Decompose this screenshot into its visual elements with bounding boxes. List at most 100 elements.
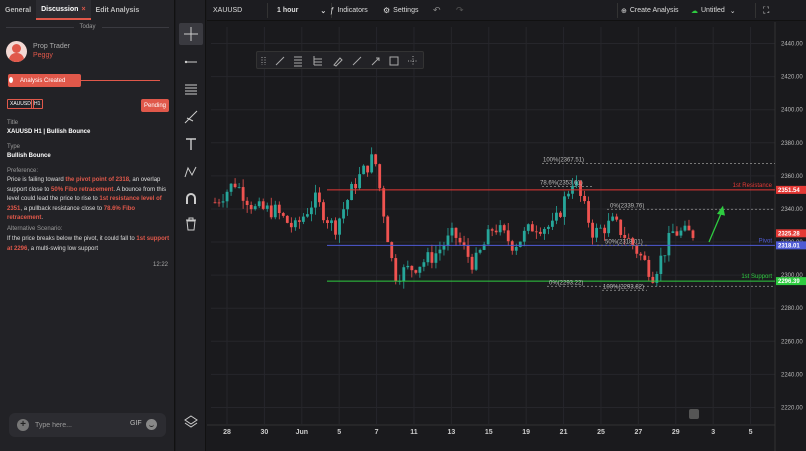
y-tick-label: 2420.00 (781, 75, 803, 81)
brush-tool-icon[interactable] (179, 106, 203, 128)
candle-body (217, 202, 221, 204)
create-analysis-button[interactable]: ⊕ Create Analysis (621, 0, 679, 21)
message-input[interactable] (35, 419, 125, 431)
interval-selector[interactable]: 1 hour ⌄ (277, 0, 326, 21)
trash-icon[interactable] (179, 213, 203, 235)
candle-body (354, 183, 357, 189)
crosshair-tool-icon[interactable] (179, 23, 203, 45)
emoji-icon[interactable] (146, 419, 157, 430)
settings-button[interactable]: ⚙ Settings (383, 0, 418, 21)
candle-body (691, 230, 695, 238)
redo-icon[interactable]: ↷ (456, 0, 464, 21)
plus-icon[interactable]: + (17, 419, 29, 431)
candle-body (659, 255, 663, 274)
y-tick-label: 2400.00 (781, 108, 803, 114)
toolbar-divider (755, 3, 756, 18)
candle-body (490, 229, 494, 231)
chevron-down-icon: ⌄ (320, 7, 327, 15)
price-chart[interactable]: 2440.00 2420.00 2400.00 2380.00 2360.00 2340.… (207, 22, 806, 451)
chevron-down-icon: ⌄ (729, 7, 736, 15)
title-value: XAUUSD H1 | Bullish Bounce (7, 129, 91, 135)
candle-body (679, 230, 683, 236)
avatar[interactable] (6, 41, 27, 62)
candle-body (466, 245, 470, 257)
indicators-icon: ƒ (330, 6, 335, 15)
timeframe-badge: H1 (31, 99, 44, 109)
candle-body (229, 183, 233, 192)
candle-body (506, 230, 510, 242)
indicators-button[interactable]: ƒ Indicators (330, 0, 368, 21)
candle-body (434, 253, 438, 263)
candle-body (418, 266, 422, 273)
candle-body (458, 237, 462, 243)
symbol-selector[interactable]: XAUUSD (213, 0, 242, 21)
x-tick-label: 13 (447, 429, 455, 436)
candle-body (402, 267, 406, 281)
candle-body (530, 224, 534, 232)
pattern-tool-icon[interactable] (179, 161, 203, 183)
candle-body (555, 212, 558, 221)
candle-body (326, 220, 329, 224)
candle-body (281, 213, 285, 216)
candle-body (261, 201, 265, 209)
candle-body (647, 259, 651, 277)
candle-body (362, 165, 366, 175)
interval-label: 1 hour (277, 7, 299, 14)
close-tab-icon[interactable]: × (81, 6, 85, 13)
x-tick-label: 30 (260, 429, 268, 436)
type-label: Type (7, 144, 21, 150)
candle-body (289, 222, 293, 228)
tab-discussion[interactable]: Discussion × (36, 0, 91, 20)
plus-circle-icon: ⊕ (621, 7, 627, 15)
level-name: 1st Resistance (733, 183, 773, 189)
magnet-tool-icon[interactable] (179, 188, 203, 210)
candle-body (297, 220, 301, 222)
gif-button[interactable]: GIF (130, 420, 142, 427)
level-name: 1st Support (741, 274, 772, 280)
candle-body (522, 230, 526, 242)
candle-body (285, 215, 289, 223)
text-tool-icon[interactable] (179, 133, 203, 155)
price-tag-label: 2351.54 (778, 188, 800, 194)
candle-body (494, 230, 498, 233)
candle-body (603, 227, 607, 234)
y-tick-label: 2260.00 (781, 339, 803, 345)
candle-body (675, 231, 679, 236)
candle-body (526, 224, 530, 231)
x-tick-label: 5 (749, 429, 753, 436)
candle-body (518, 241, 522, 247)
layers-icon[interactable] (179, 410, 203, 432)
tab-edit-analysis[interactable]: Edit Analysis (91, 0, 145, 20)
undo-icon[interactable]: ↶ (433, 0, 441, 21)
chart-canvas[interactable]: 2440.00 2420.00 2400.00 2380.00 2360.00 2340.… (207, 22, 806, 451)
cloud-icon: ☁ (691, 7, 698, 15)
candle-body (474, 252, 478, 270)
candle-body (265, 205, 269, 209)
candle-body (587, 201, 590, 223)
tab-edit-label: Edit Analysis (95, 6, 140, 14)
candle-body (559, 212, 562, 217)
preference-label: Preference: (7, 168, 39, 174)
author-name[interactable]: Peggy (33, 52, 53, 59)
untitled-menu[interactable]: ☁ Untitled ⌄ (691, 0, 736, 21)
candle-body (671, 231, 675, 233)
trendline-tool-icon[interactable] (179, 51, 203, 73)
candle-body (305, 214, 309, 217)
candle-body (334, 220, 337, 235)
type-value: Bullish Bounce (7, 153, 51, 159)
candle-body (619, 219, 623, 235)
gear-icon: ⚙ (383, 6, 391, 15)
candle-body (338, 218, 341, 235)
fib-label: 100%(2293.82) (603, 284, 644, 290)
candle-body (563, 196, 566, 217)
candle-body (607, 220, 611, 234)
x-tick-label: 25 (597, 429, 605, 436)
candle-body (245, 200, 249, 206)
tab-general[interactable]: General (0, 0, 36, 20)
candle-body (502, 225, 506, 231)
fib-tool-icon[interactable] (179, 78, 203, 100)
date-divider: Today (0, 21, 175, 33)
candle-body (514, 246, 518, 251)
candle-body (478, 249, 482, 253)
fullscreen-icon[interactable]: ⛶ (763, 0, 769, 21)
